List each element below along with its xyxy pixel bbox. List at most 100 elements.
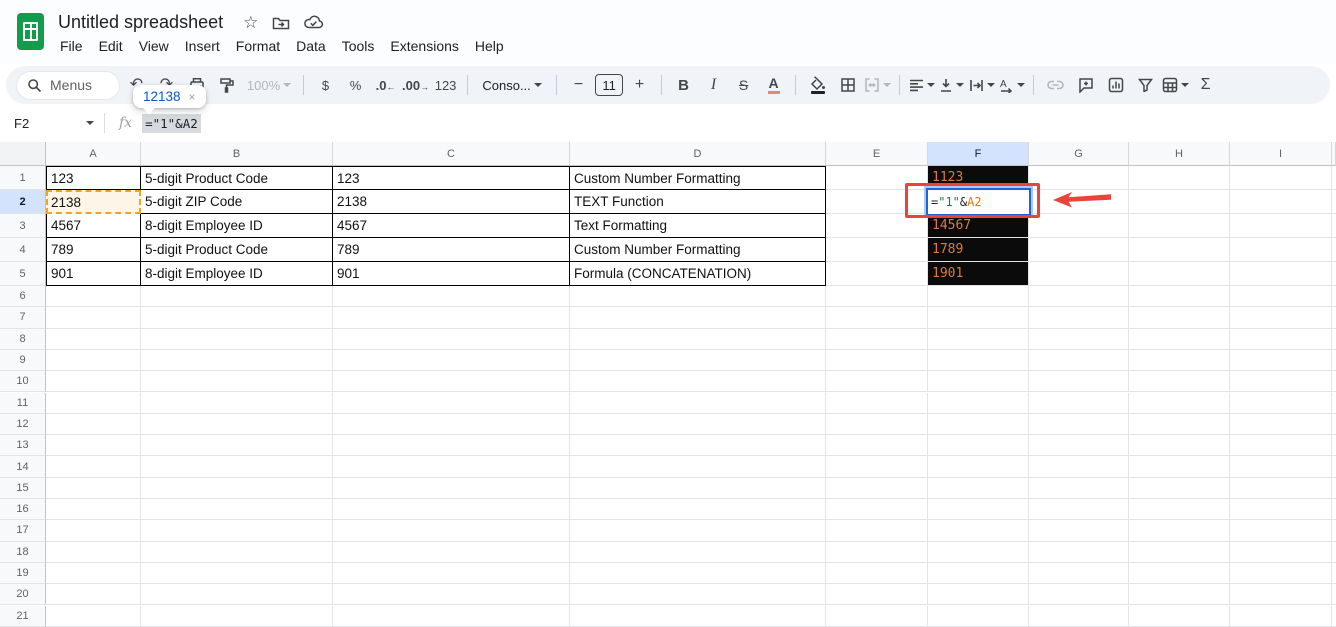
zoom-select[interactable]: 100% bbox=[243, 72, 295, 99]
cell-I9[interactable] bbox=[1230, 349, 1332, 372]
cell-E17[interactable] bbox=[826, 520, 928, 542]
cell-E10[interactable] bbox=[826, 371, 928, 393]
cell-F10[interactable] bbox=[928, 371, 1029, 393]
cell-E8[interactable] bbox=[826, 328, 928, 350]
cell-H2[interactable] bbox=[1129, 190, 1230, 214]
document-title[interactable]: Untitled spreadsheet bbox=[58, 12, 223, 33]
cell-I14[interactable] bbox=[1230, 456, 1332, 478]
cell-I16[interactable] bbox=[1230, 499, 1332, 521]
cell-I10[interactable] bbox=[1230, 371, 1332, 393]
sheets-logo-icon[interactable] bbox=[17, 13, 44, 50]
cell-edge6[interactable] bbox=[1332, 286, 1336, 308]
cell-C17[interactable] bbox=[333, 520, 570, 542]
vertical-align-button[interactable] bbox=[938, 72, 965, 99]
menus-search[interactable]: Menus bbox=[16, 70, 120, 100]
column-header-I[interactable]: I bbox=[1230, 142, 1332, 166]
more-formats-button[interactable]: 123 bbox=[432, 72, 459, 99]
strikethrough-button[interactable]: S bbox=[730, 72, 757, 99]
cell-I19[interactable] bbox=[1230, 562, 1332, 585]
row-header-19[interactable]: 19 bbox=[0, 562, 46, 585]
cell-A3[interactable]: 4567 bbox=[46, 214, 141, 238]
cell-I11[interactable] bbox=[1230, 392, 1332, 414]
cell-B15[interactable] bbox=[141, 477, 333, 499]
cell-H17[interactable] bbox=[1129, 520, 1230, 542]
cell-C21[interactable] bbox=[333, 605, 570, 627]
cell-H15[interactable] bbox=[1129, 477, 1230, 499]
cell-edge21[interactable] bbox=[1332, 606, 1336, 627]
cell-A7[interactable] bbox=[46, 307, 141, 329]
cell-D10[interactable] bbox=[570, 371, 826, 393]
column-header-edge[interactable] bbox=[1332, 142, 1336, 166]
cell-G10[interactable] bbox=[1029, 371, 1129, 393]
cell-E21[interactable] bbox=[826, 605, 928, 627]
cell-F20[interactable] bbox=[928, 584, 1029, 606]
cell-A5[interactable]: 901 bbox=[46, 262, 141, 286]
cell-B12[interactable] bbox=[141, 413, 333, 436]
cell-A14[interactable] bbox=[46, 456, 141, 478]
cell-A16[interactable] bbox=[46, 499, 141, 521]
cell-edge14[interactable] bbox=[1332, 456, 1336, 478]
menu-file[interactable]: File bbox=[52, 36, 91, 56]
close-icon[interactable]: × bbox=[189, 90, 196, 104]
cell-I17[interactable] bbox=[1230, 520, 1332, 542]
cell-I2[interactable] bbox=[1230, 190, 1332, 214]
column-header-B[interactable]: B bbox=[141, 142, 333, 166]
cell-E11[interactable] bbox=[826, 392, 928, 414]
cell-I13[interactable] bbox=[1230, 435, 1332, 457]
cell-D9[interactable] bbox=[570, 349, 826, 372]
cell-D21[interactable] bbox=[570, 605, 826, 627]
cell-edge2[interactable] bbox=[1332, 190, 1336, 214]
cell-edge18[interactable] bbox=[1332, 542, 1336, 563]
cell-B9[interactable] bbox=[141, 349, 333, 372]
cell-H6[interactable] bbox=[1129, 286, 1230, 308]
cell-H20[interactable] bbox=[1129, 584, 1230, 606]
cell-H21[interactable] bbox=[1129, 605, 1230, 627]
borders-button[interactable] bbox=[834, 72, 861, 99]
cell-H5[interactable] bbox=[1129, 262, 1230, 286]
cell-H3[interactable] bbox=[1129, 214, 1230, 238]
cell-C3[interactable]: 4567 bbox=[333, 214, 570, 238]
cell-H14[interactable] bbox=[1129, 456, 1230, 478]
text-color-button[interactable]: A bbox=[760, 72, 787, 99]
menu-view[interactable]: View bbox=[131, 36, 177, 56]
cell-edge10[interactable] bbox=[1332, 371, 1336, 393]
row-header-6[interactable]: 6 bbox=[0, 286, 46, 308]
cell-B11[interactable] bbox=[141, 392, 333, 414]
cell-B7[interactable] bbox=[141, 307, 333, 329]
cell-B8[interactable] bbox=[141, 328, 333, 350]
cell-C15[interactable] bbox=[333, 477, 570, 499]
cell-H7[interactable] bbox=[1129, 307, 1230, 329]
cell-edge17[interactable] bbox=[1332, 520, 1336, 542]
cell-edge20[interactable] bbox=[1332, 584, 1336, 606]
cell-H9[interactable] bbox=[1129, 349, 1230, 372]
cell-D12[interactable] bbox=[570, 413, 826, 436]
column-header-F[interactable]: F bbox=[928, 142, 1029, 166]
cell-I6[interactable] bbox=[1230, 286, 1332, 308]
cell-I21[interactable] bbox=[1230, 605, 1332, 627]
cell-edge3[interactable] bbox=[1332, 214, 1336, 238]
cell-A9[interactable] bbox=[46, 349, 141, 372]
decrease-decimals-button[interactable]: .0 ← bbox=[372, 72, 399, 99]
cell-B19[interactable] bbox=[141, 562, 333, 585]
cell-F16[interactable] bbox=[928, 499, 1029, 521]
menu-format[interactable]: Format bbox=[228, 36, 288, 56]
cell-H12[interactable] bbox=[1129, 413, 1230, 436]
cell-F15[interactable] bbox=[928, 477, 1029, 499]
menu-edit[interactable]: Edit bbox=[91, 36, 131, 56]
cell-F7[interactable] bbox=[928, 307, 1029, 329]
cell-G14[interactable] bbox=[1029, 456, 1129, 478]
cell-I4[interactable] bbox=[1230, 238, 1332, 262]
cell-F18[interactable] bbox=[928, 541, 1029, 563]
cell-B2[interactable]: 5-digit ZIP Code bbox=[141, 190, 333, 214]
cell-D3[interactable]: Text Formatting bbox=[570, 214, 826, 238]
horizontal-align-button[interactable] bbox=[908, 72, 935, 99]
cell-D16[interactable] bbox=[570, 499, 826, 521]
row-header-11[interactable]: 11 bbox=[0, 392, 46, 414]
cell-A8[interactable] bbox=[46, 328, 141, 350]
cell-E18[interactable] bbox=[826, 541, 928, 563]
cell-G20[interactable] bbox=[1029, 584, 1129, 606]
cell-I12[interactable] bbox=[1230, 413, 1332, 436]
row-header-4[interactable]: 4 bbox=[0, 238, 46, 262]
row-header-18[interactable]: 18 bbox=[0, 541, 46, 563]
cell-C1[interactable]: 123 bbox=[333, 166, 570, 190]
